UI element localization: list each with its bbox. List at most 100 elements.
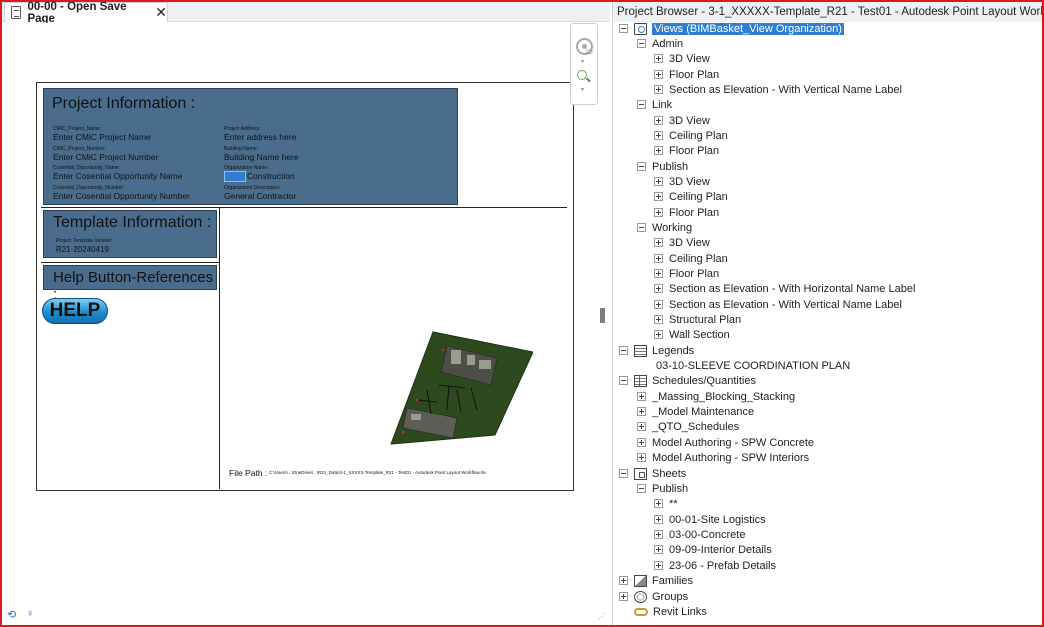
expand-icon[interactable] (654, 330, 663, 339)
tree-node-group[interactable]: Working (637, 220, 692, 235)
tree-node-schedules[interactable]: Schedules/Quantities (619, 373, 756, 388)
resize-grip-icon[interactable]: ⋰ (598, 612, 606, 621)
expand-icon[interactable] (619, 576, 628, 585)
vertical-scrollbar-thumb[interactable] (600, 308, 605, 323)
families-icon (634, 574, 647, 587)
collapse-icon[interactable] (637, 39, 646, 48)
tree-node-item[interactable]: Floor Plan (654, 143, 719, 158)
view-tab[interactable]: 00-00 - Open Save Page ✕ (4, 1, 168, 25)
tree-node-item[interactable]: 09-09-Interior Details (654, 542, 772, 557)
tree-node-item[interactable]: Section as Elevation - With Vertical Nam… (654, 82, 902, 97)
tree-node-item[interactable]: 00-01-Site Logistics (654, 512, 766, 527)
tree-node-item[interactable]: Floor Plan (654, 67, 719, 82)
tree-node-item[interactable]: Floor Plan (654, 266, 719, 281)
tree-node-item[interactable]: Model Authoring - SPW Concrete (637, 435, 814, 450)
expand-icon[interactable] (654, 269, 663, 278)
tree-node-label: Wall Section (669, 328, 730, 341)
tree-node-item[interactable]: 23-06 - Prefab Details (654, 558, 776, 573)
chevron-down-icon[interactable]: ▾ (581, 86, 584, 93)
help-button[interactable]: HELP (42, 298, 108, 324)
collapse-icon[interactable] (637, 100, 646, 109)
field-organization-description[interactable]: Organization Description: General Contra… (224, 185, 296, 201)
expand-icon[interactable] (637, 392, 646, 401)
collapse-icon[interactable] (619, 469, 628, 478)
expand-icon[interactable] (654, 85, 663, 94)
expand-icon[interactable] (637, 453, 646, 462)
tree-node-item[interactable]: Floor Plan (654, 205, 719, 220)
tree-node-item[interactable]: _Massing_Blocking_Stacking (637, 389, 795, 404)
collapse-icon[interactable] (619, 346, 628, 355)
tree-node-item[interactable]: 03-00-Concrete (654, 527, 745, 542)
expand-icon[interactable] (654, 146, 663, 155)
expand-icon[interactable] (637, 407, 646, 416)
tree-node-item[interactable]: _Model Maintenance (637, 404, 754, 419)
tree-node-item[interactable]: 3D View (654, 113, 710, 128)
tree-node-item[interactable]: Section as Elevation - With Vertical Nam… (654, 297, 902, 312)
expand-icon[interactable] (637, 438, 646, 447)
tree-node-item[interactable]: 03-10-SLEEVE COORDINATION PLAN (656, 358, 850, 373)
tree-node-group[interactable]: Link (637, 97, 672, 112)
expand-icon[interactable] (654, 238, 663, 247)
tree-node-legends[interactable]: Legends (619, 343, 694, 358)
collapse-icon[interactable] (637, 484, 646, 493)
tree-node-group[interactable]: Admin (637, 36, 683, 51)
expand-icon[interactable] (654, 315, 663, 324)
drawing-canvas[interactable]: Project Information : CMiC_Project_Name:… (2, 23, 610, 619)
collapse-icon[interactable] (637, 223, 646, 232)
tree-node-families[interactable]: Families (619, 573, 693, 588)
field-organization-name[interactable]: Organization Name: Construction (224, 165, 295, 183)
expand-icon[interactable] (654, 561, 663, 570)
expand-icon[interactable] (654, 192, 663, 201)
tree-node-item[interactable]: 3D View (654, 174, 710, 189)
expand-icon[interactable] (654, 116, 663, 125)
field-cmic-project-number[interactable]: CMiC_Project_Number: Enter CMiC Project … (53, 146, 158, 162)
tree-node-group[interactable]: Publish (637, 159, 688, 174)
tree-node-views-root[interactable]: Views (BIMBasket_View Organization) (619, 21, 844, 36)
chevron-down-icon[interactable]: ▾ (581, 58, 584, 65)
tree-node-item[interactable]: Ceiling Plan (654, 251, 728, 266)
tree-node-item[interactable]: 3D View (654, 235, 710, 250)
expand-icon[interactable] (654, 54, 663, 63)
tree-node-item[interactable]: ** (654, 496, 678, 511)
expand-icon[interactable] (654, 131, 663, 140)
expand-icon[interactable] (654, 530, 663, 539)
field-cosential-opportunity-number[interactable]: Cosential_Opportunity_Number: Enter Cose… (53, 185, 190, 201)
tree-node-item[interactable]: Ceiling Plan (654, 189, 728, 204)
tree-node-label: _Model Maintenance (652, 405, 755, 418)
field-cmic-project-name[interactable]: CMiC_Project_Name: Enter CMiC Project Na… (53, 126, 151, 142)
collapse-icon[interactable] (619, 24, 628, 33)
collapse-icon[interactable] (619, 376, 628, 385)
3d-model-view[interactable] (387, 330, 533, 450)
tree-node-item[interactable]: Wall Section (654, 327, 730, 342)
tree-node-item[interactable]: Section as Elevation - With Horizontal N… (654, 281, 915, 296)
zoom-icon[interactable] (577, 70, 587, 80)
expand-icon[interactable] (654, 499, 663, 508)
worksharing-icon[interactable]: ⟲ (7, 608, 16, 621)
tree-node-sheets[interactable]: Sheets (619, 466, 686, 481)
template-version-value[interactable]: R21-20240419 (56, 245, 109, 254)
tree-node-item[interactable]: Structural Plan (654, 312, 741, 327)
collapse-icon[interactable] (637, 162, 646, 171)
close-tab-icon[interactable]: ✕ (155, 4, 167, 21)
field-project-address[interactable]: Project Address: Enter address here (224, 126, 296, 142)
tree-node-revit-links[interactable]: Revit Links (634, 604, 707, 619)
tree-node-item[interactable]: 3D View (654, 51, 710, 66)
tree-node-item[interactable]: _QTO_Schedules (637, 419, 739, 434)
tree-node-groups[interactable]: Groups (619, 589, 688, 604)
lightbulb-icon[interactable]: ♀ (26, 608, 34, 620)
tree-node-item[interactable]: Model Authoring - SPW Interiors (637, 450, 809, 465)
expand-icon[interactable] (654, 515, 663, 524)
expand-icon[interactable] (654, 70, 663, 79)
expand-icon[interactable] (654, 177, 663, 186)
expand-icon[interactable] (654, 254, 663, 263)
field-building-name[interactable]: Building Name: Building Name here (224, 146, 299, 162)
expand-icon[interactable] (654, 284, 663, 293)
tree-node-item[interactable]: Ceiling Plan (654, 128, 728, 143)
field-cosential-opportunity-name[interactable]: Cosential_Opportunity_Name: Enter Cosent… (53, 165, 182, 181)
tree-node-group[interactable]: Publish (637, 481, 688, 496)
expand-icon[interactable] (654, 545, 663, 554)
expand-icon[interactable] (654, 208, 663, 217)
expand-icon[interactable] (654, 300, 663, 309)
expand-icon[interactable] (637, 422, 646, 431)
expand-icon[interactable] (619, 592, 628, 601)
